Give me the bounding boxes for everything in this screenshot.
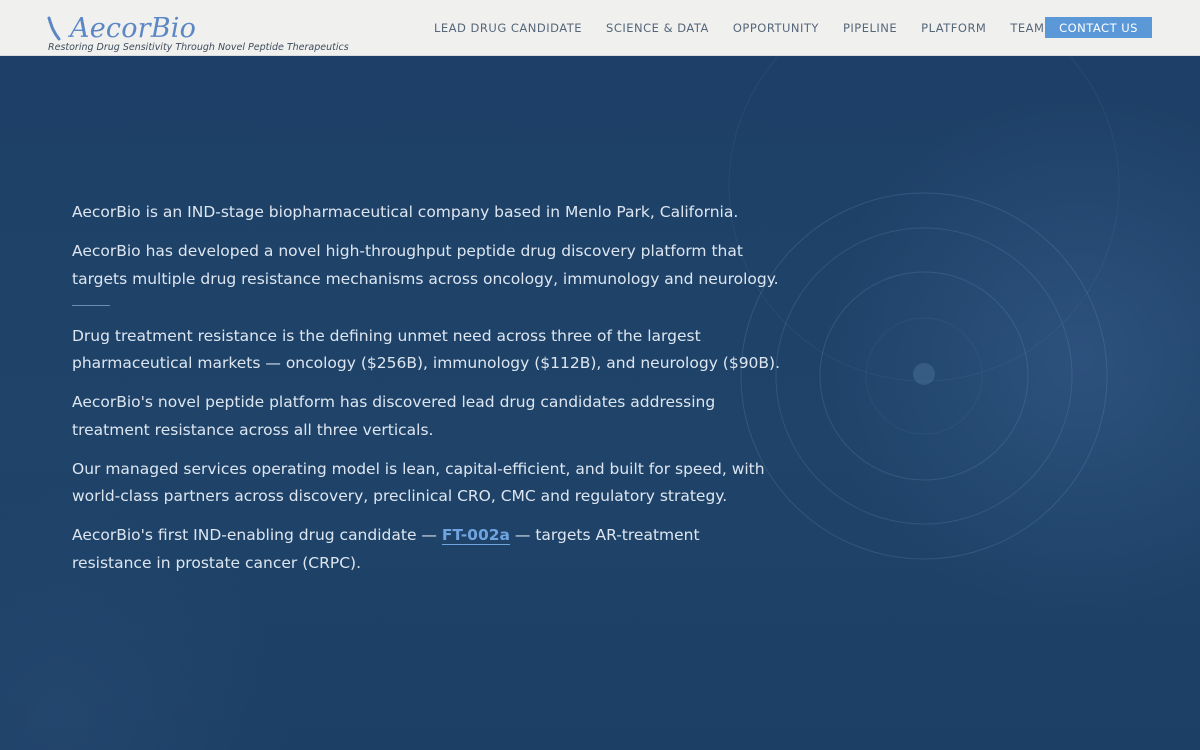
discovery-paragraph: AecorBio's novel peptide platform has di… xyxy=(72,393,716,439)
brand-name: AecorBio xyxy=(70,13,197,44)
nav-item-lead-drug-candidate[interactable]: Lead Drug Candidate xyxy=(426,17,590,39)
contact-us-button[interactable]: Contact Us xyxy=(1045,17,1152,38)
hero-section: AecorBio is an IND-stage biopharmaceutic… xyxy=(0,56,1200,750)
concentric-rings-decoration xyxy=(728,56,1120,560)
brand-tagline: Restoring Drug Sensitivity Through Novel… xyxy=(48,42,349,53)
nav-item-pipeline[interactable]: Pipeline xyxy=(835,17,905,39)
logo-swoosh-icon xyxy=(47,16,61,41)
candidate-paragraph: AecorBio's first IND-enabling drug candi… xyxy=(72,522,782,577)
top-navigation-bar: AecorBio Restoring Drug Sensitivity Thro… xyxy=(0,0,1200,56)
section-divider xyxy=(72,304,110,306)
ft-002a-link[interactable]: FT-002a xyxy=(441,526,510,545)
intro-paragraph: AecorBio is an IND-stage biopharmaceutic… xyxy=(72,203,739,221)
nav-item-opportunity[interactable]: Opportunity xyxy=(725,17,827,39)
main-nav: Lead Drug Candidate Science & Data Oppor… xyxy=(426,17,1060,39)
market-paragraph: Drug treatment resistance is the definin… xyxy=(72,326,781,373)
operating-model-paragraph: Our managed services operating model is … xyxy=(72,459,765,506)
hero-content: AecorBio is an IND-stage biopharmaceutic… xyxy=(72,199,782,589)
candidate-prefix: AecorBio's first IND-enabling drug candi… xyxy=(72,526,442,544)
nav-item-platform[interactable]: Platform xyxy=(913,17,994,39)
nav-item-science-data[interactable]: Science & Data xyxy=(598,17,717,39)
platform-paragraph: AecorBio has developed a novel high-thro… xyxy=(72,242,779,288)
brand-logo[interactable]: AecorBio xyxy=(46,14,196,44)
